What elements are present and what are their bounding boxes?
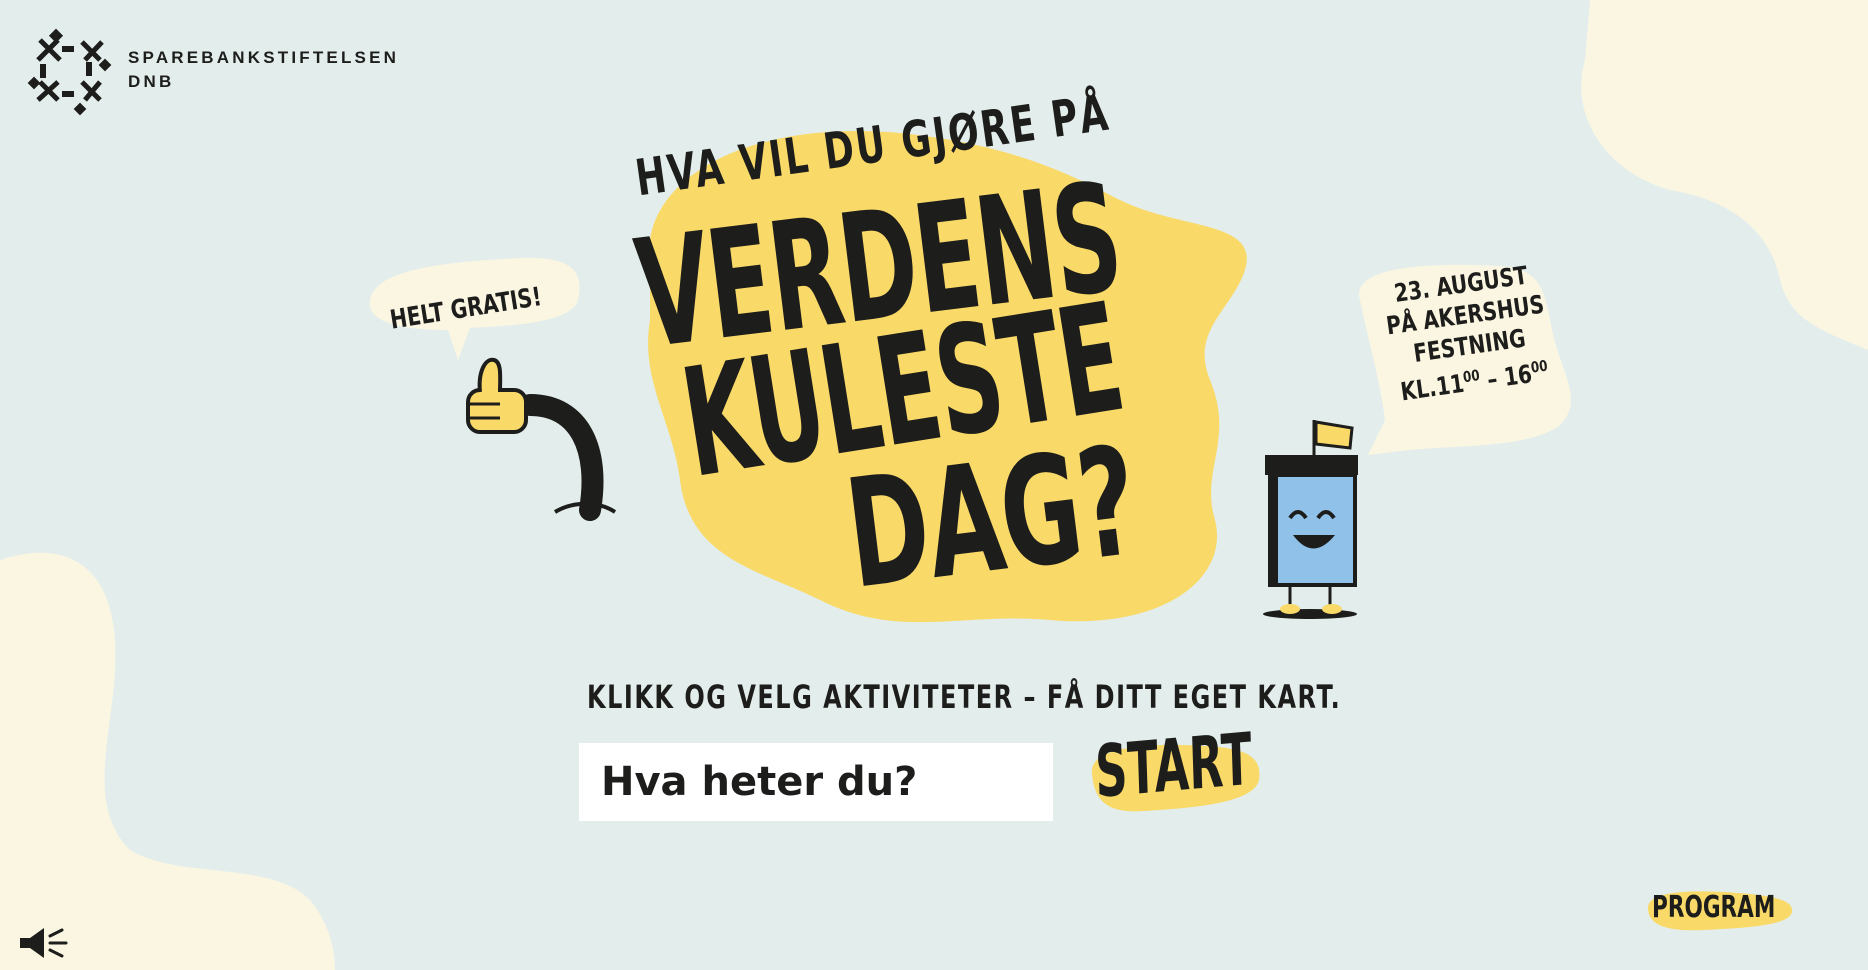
- start-hour: 11: [1434, 368, 1466, 402]
- sound-toggle[interactable]: [18, 926, 70, 960]
- cream-blob-bottom-left: [0, 552, 335, 970]
- brand-name: SPAREBANKSTIFTELSEN DNB: [128, 46, 399, 94]
- program-button[interactable]: PROGRAM: [1644, 886, 1794, 932]
- time-separator: –: [1485, 364, 1500, 395]
- start-label: START: [1094, 716, 1254, 814]
- start-button[interactable]: START: [1084, 717, 1264, 818]
- sparebankstiftelsen-logo: [27, 28, 112, 116]
- brand-line-2: DNB: [128, 72, 175, 91]
- castle-mascot-illustration: [1263, 420, 1358, 619]
- event-info: 23. AUGUST PÅ AKERSHUS FESTNING KL.1100 …: [1380, 258, 1555, 408]
- hero-line-dag: DAG?: [838, 414, 1145, 623]
- instructions-text: KLIKK OG VELG AKTIVITETER – FÅ DITT EGET…: [587, 678, 1342, 716]
- thumbs-up-illustration: [466, 357, 617, 521]
- program-label: PROGRAM: [1652, 890, 1776, 925]
- name-input[interactable]: [579, 743, 1053, 821]
- end-minute: 00: [1529, 356, 1549, 377]
- end-hour: 16: [1502, 359, 1534, 392]
- brand-line-1: SPAREBANKSTIFTELSEN: [128, 48, 400, 67]
- cream-blob-top-right: [1581, 0, 1868, 350]
- start-minute: 00: [1461, 366, 1481, 387]
- time-prefix: KL.: [1398, 372, 1439, 407]
- speaker-icon: [20, 928, 68, 958]
